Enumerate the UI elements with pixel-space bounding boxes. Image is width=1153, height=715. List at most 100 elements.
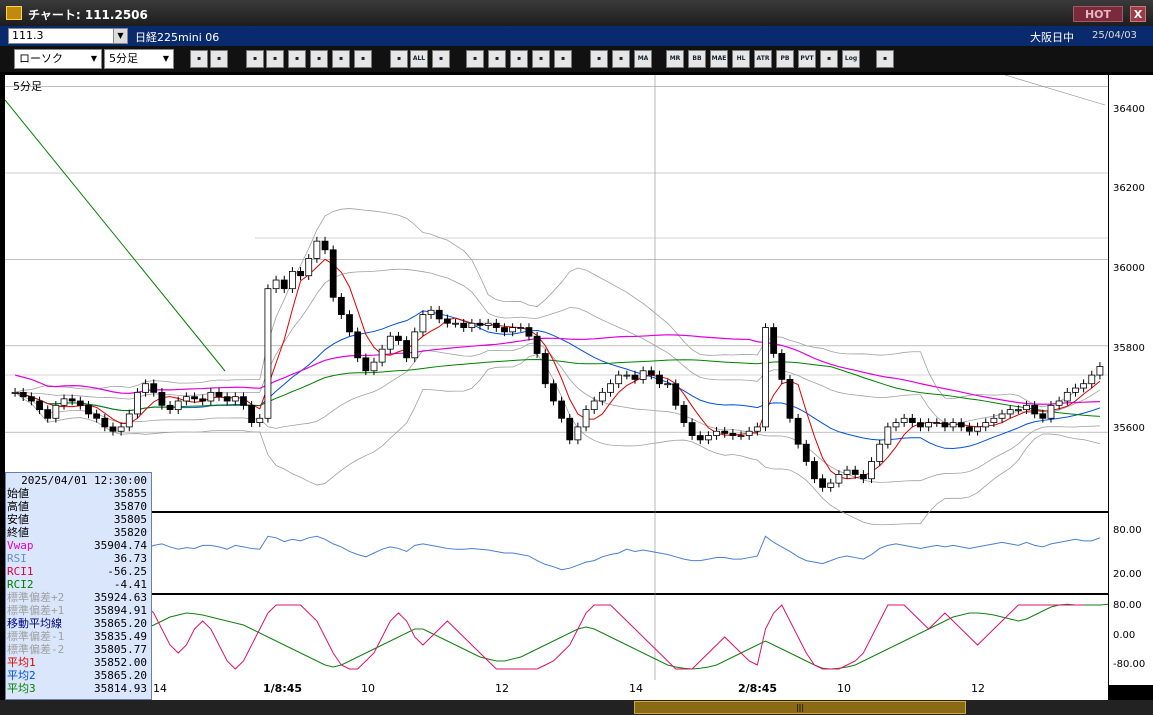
atr-icon[interactable]: ATR	[754, 50, 772, 68]
time-axis: 14 1/8:45 10 12 14 2/8:45 10 12	[5, 680, 1108, 700]
time-tick: 10	[837, 682, 851, 695]
candle-body	[1031, 404, 1039, 415]
memo-icon[interactable]: ▪	[310, 50, 328, 68]
candle-body	[1096, 366, 1104, 376]
candle-body	[704, 435, 712, 441]
data-label: 標準偏差-1	[7, 630, 65, 643]
chart-area[interactable]: 5分足	[5, 75, 1108, 685]
chevron-down-icon[interactable]: ▼	[87, 50, 101, 68]
session-date: 25/04/03	[1092, 30, 1137, 41]
candle-body	[182, 396, 190, 402]
pvt-icon[interactable]: PVT	[798, 50, 816, 68]
chart-type-select[interactable]: ローソク ▼	[14, 49, 102, 69]
candle-body	[509, 327, 517, 333]
paint-icon[interactable]: ▪	[590, 50, 608, 68]
rci-tick: 80.00	[1113, 600, 1142, 611]
pb-icon[interactable]: PB	[776, 50, 794, 68]
candle-body	[419, 314, 427, 333]
candle-body	[835, 474, 843, 484]
zoom-icon[interactable]: ▪	[190, 50, 208, 68]
candle-body	[990, 417, 998, 423]
hot-button[interactable]: HOT	[1073, 6, 1123, 22]
close-button[interactable]: X	[1130, 6, 1146, 22]
price-tick: 35600	[1113, 423, 1145, 434]
time-tick: 12	[971, 682, 985, 695]
hl-icon[interactable]: HL	[732, 50, 750, 68]
candle-body	[109, 426, 117, 432]
export-icon[interactable]: ▪	[876, 50, 894, 68]
candle-body	[778, 353, 786, 380]
mae-icon[interactable]: MAE	[710, 50, 728, 68]
candle-body	[908, 417, 916, 423]
scroll-thumb[interactable]: |||	[634, 701, 966, 714]
candle-body	[737, 435, 745, 437]
data-value: 35870	[113, 500, 147, 513]
toolbar: ローソク ▼ 5分足 ▼ ▪ ▪ ▪ ▪ ▪ ▪ ▪ ▪ ▪ ALL ▪ ▪ ▪ ▪ ▪ ▪ ▪ ▪ MA MR BB MAE…	[0, 46, 1153, 72]
bar-icon[interactable]: ▪	[390, 50, 408, 68]
candle-body	[321, 240, 329, 251]
candle-body	[1055, 400, 1063, 406]
chart-svg[interactable]	[5, 75, 1108, 680]
time-tick: 2/8:45	[738, 682, 778, 695]
data-value: 35805.77	[94, 643, 147, 656]
data-row: 平均2 35865.20	[6, 669, 151, 682]
ma-icon[interactable]: MA	[634, 50, 652, 68]
candle-body	[729, 432, 737, 436]
undo-icon[interactable]: ▪	[288, 50, 306, 68]
candle-body	[460, 322, 468, 328]
candle-body	[827, 482, 835, 488]
cursor-icon[interactable]: ▪	[266, 50, 284, 68]
data-label: RCI2	[7, 578, 34, 591]
candle-body	[802, 443, 810, 462]
info-icon[interactable]: ▪	[532, 50, 550, 68]
candle-body	[607, 383, 614, 393]
candle-icon[interactable]: ▪	[354, 50, 372, 68]
fit-icon[interactable]: ▪	[432, 50, 450, 68]
box-icon[interactable]: ▪	[820, 50, 838, 68]
timeframe-select[interactable]: 5分足 ▼	[104, 49, 174, 69]
settings-icon[interactable]: ▪	[554, 50, 572, 68]
arrows-icon[interactable]: ▪	[510, 50, 528, 68]
horizontal-scrollbar[interactable]: |||	[0, 700, 1153, 715]
color-icon[interactable]: ▪	[612, 50, 630, 68]
data-label: 平均1	[7, 656, 36, 669]
candle-body	[550, 383, 557, 402]
data-value: 35894.91	[94, 604, 147, 617]
chevron-down-icon[interactable]: ▼	[113, 29, 127, 43]
log-icon[interactable]: Log	[842, 50, 860, 68]
chevron-down-icon[interactable]: ▼	[159, 50, 173, 68]
candle-body	[794, 417, 802, 445]
candle-body	[1063, 391, 1071, 402]
data-label: RSI	[7, 552, 27, 565]
data-label: 標準偏差+1	[7, 604, 65, 617]
candle-body	[656, 374, 663, 385]
bb-icon[interactable]: BB	[688, 50, 706, 68]
toolbar-icon-label: Log	[844, 55, 858, 62]
candle-body	[892, 422, 900, 428]
draw-line-icon[interactable]: ▪	[246, 50, 264, 68]
data-row: 安値 35805	[6, 513, 151, 526]
candle-body	[370, 361, 378, 372]
candle-body	[582, 409, 590, 428]
candle-body	[395, 335, 402, 341]
candle-body	[174, 400, 182, 411]
candle-body	[256, 417, 264, 423]
trash-icon[interactable]: ▪	[332, 50, 350, 68]
toolbar-icon-label: ATR	[756, 55, 770, 62]
candle-body	[362, 357, 370, 372]
mr-icon[interactable]: MR	[666, 50, 684, 68]
window-icon[interactable]: ▪	[210, 50, 228, 68]
time-tick: 14	[153, 682, 167, 695]
data-label: RCI1	[7, 565, 34, 578]
chart-icon[interactable]: ▪	[488, 50, 506, 68]
candle-body	[1014, 409, 1022, 412]
panel-divider	[5, 511, 1108, 513]
candle-body	[435, 309, 443, 320]
candle-body	[966, 426, 973, 432]
all-icon[interactable]: ALL	[410, 50, 428, 68]
code-select[interactable]: 111.3 ▼	[8, 28, 128, 44]
candle-body	[819, 478, 826, 488]
bollinger-band	[14, 208, 1101, 408]
search-icon[interactable]: ▪	[466, 50, 484, 68]
candle-body	[868, 461, 875, 480]
